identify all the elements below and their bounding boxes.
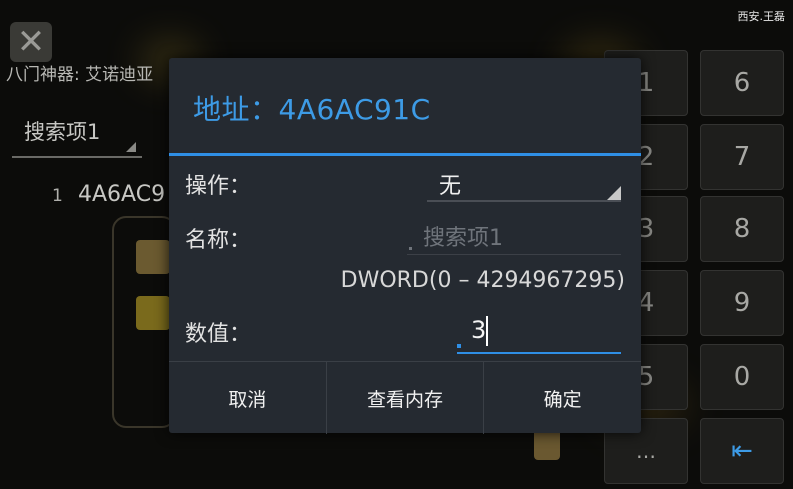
item-icon [136,296,170,330]
dropdown-arrow-icon [607,186,621,200]
name-input[interactable]: 搜索项1 [407,216,621,255]
keypad-key-8[interactable]: 8 [700,196,784,262]
edit-address-dialog: 地址：4A6AC91C 操作： 无 名称： 搜索项1 DWORD(0 – 429… [169,58,641,434]
dialog-title: 地址：4A6AC91C [193,93,431,126]
operation-value: 无 [439,174,462,199]
title-divider [169,153,641,156]
ok-button[interactable]: 确定 [484,362,641,434]
value-type-range: DWORD(0 – 4294967295) [340,268,625,293]
name-placeholder: 搜索项1 [423,226,503,251]
keypad-key-9[interactable]: 9 [700,270,784,336]
cancel-button[interactable]: 取消 [169,362,327,434]
search-item-dropdown[interactable]: 搜索项1 [24,116,100,146]
app-title: 八门神器: 艾诺迪亚 [6,65,154,85]
divider [12,156,142,158]
close-button[interactable]: ✕ [10,22,52,62]
name-label: 名称： [185,228,252,253]
operation-select[interactable]: 无 [427,162,621,202]
watermark: 西安.王磊 [737,10,786,23]
value-text: 3 [471,316,487,344]
item-icon [136,240,170,274]
keypad-key-7[interactable]: 7 [700,124,784,190]
result-value[interactable]: 4A6AC9 [78,182,165,207]
result-index: 1 [52,186,63,206]
field-dot [457,344,461,348]
field-dot [409,247,412,250]
text-caret [486,316,488,346]
backspace-icon[interactable]: ⇤ [700,418,784,484]
value-input[interactable]: 3 [457,312,621,354]
value-label: 数值： [185,322,252,347]
dialog-button-bar: 取消 查看内存 确定 [169,361,641,434]
dropdown-arrow-icon [126,142,136,152]
view-memory-button[interactable]: 查看内存 [327,362,485,434]
keypad-key-0[interactable]: 0 [700,344,784,410]
keypad-key-6[interactable]: 6 [700,50,784,116]
operation-label: 操作： [185,174,252,199]
